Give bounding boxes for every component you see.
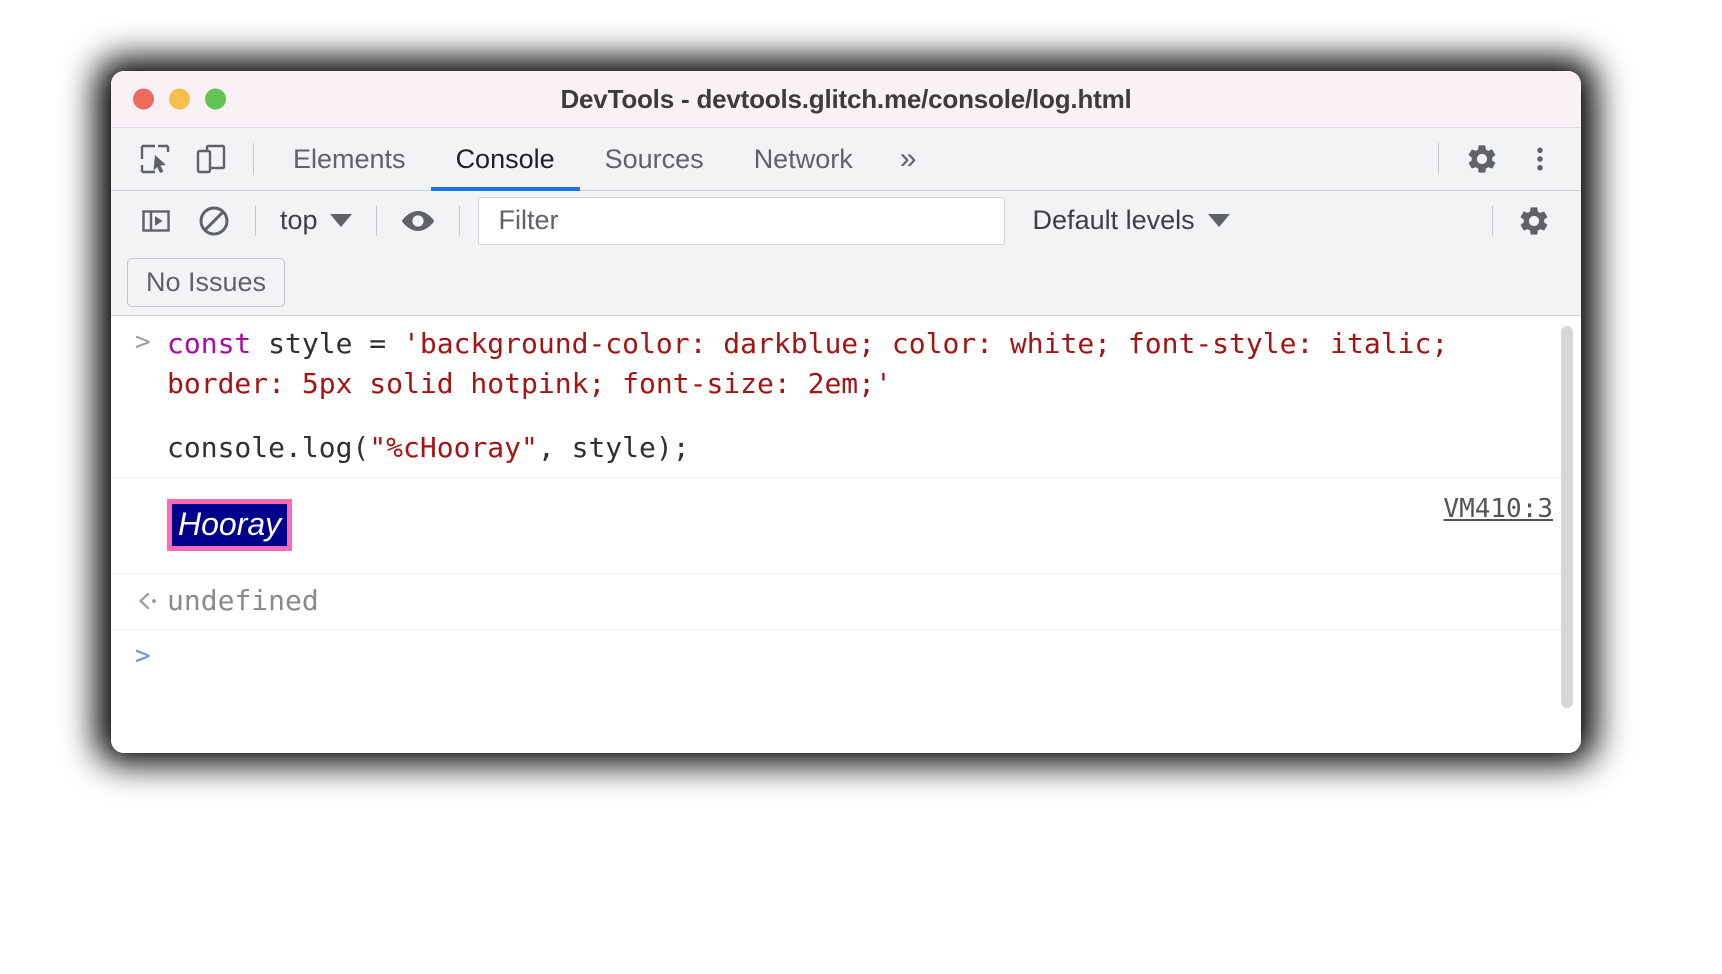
tab-elements[interactable]: Elements (268, 128, 431, 190)
input-prompt-icon: > (135, 327, 151, 357)
chevron-down-icon (1207, 214, 1230, 227)
clear-console-icon[interactable] (185, 198, 243, 244)
settings-gear-icon[interactable] (1453, 135, 1511, 183)
return-arrow-icon (135, 584, 163, 617)
tabbar-divider-2 (1438, 143, 1439, 175)
devtools-window: DevTools - devtools.glitch.me/console/lo… (111, 71, 1581, 753)
maximize-button[interactable] (205, 88, 226, 110)
traffic-lights (133, 88, 226, 110)
screenshot-root: DevTools - devtools.glitch.me/console/lo… (0, 0, 1722, 974)
toolbar-divider-1 (255, 205, 256, 236)
toolbar-divider-3 (458, 205, 460, 236)
title-bar: DevTools - devtools.glitch.me/console/lo… (111, 71, 1581, 128)
console-prompt-row[interactable]: > (111, 630, 1581, 686)
minimize-button[interactable] (169, 88, 190, 110)
issues-bar: No Issues (111, 250, 1581, 316)
devtools-tab-bar: Elements Console Sources Network » (111, 128, 1581, 191)
no-issues-button[interactable]: No Issues (127, 258, 286, 307)
filter-input[interactable] (496, 204, 986, 237)
tabbar-actions (1424, 128, 1569, 190)
console-settings-gear-icon[interactable] (1505, 198, 1563, 244)
console-input-statement-1: const style = 'background-color: darkblu… (167, 324, 1553, 404)
js-assignment: style = (251, 327, 404, 360)
js-call-after: , style); (537, 430, 690, 464)
chevron-down-icon (329, 214, 352, 227)
window-title: DevTools - devtools.glitch.me/console/lo… (560, 83, 1132, 114)
panel-tabs: Elements Console Sources Network » (268, 128, 936, 191)
console-sidebar-toggle-icon[interactable] (127, 198, 185, 244)
close-button[interactable] (133, 88, 154, 110)
tab-sources[interactable]: Sources (580, 128, 729, 190)
toolbar-divider-4 (1492, 205, 1493, 236)
tab-console[interactable]: Console (430, 128, 580, 191)
inspect-element-icon[interactable] (127, 135, 183, 183)
device-toolbar-icon[interactable] (183, 135, 239, 183)
console-scrollbar-track[interactable] (1561, 320, 1577, 749)
return-value-text: undefined (167, 584, 319, 618)
more-options-icon[interactable] (1511, 135, 1569, 183)
tab-network[interactable]: Network (729, 128, 878, 190)
execution-context-selector[interactable]: top (268, 199, 364, 243)
tabbar-divider-1 (253, 143, 254, 175)
console-prompt-icon: > (135, 641, 151, 672)
execution-context-value: top (280, 205, 318, 235)
console-return-row: undefined (111, 574, 1581, 631)
js-keyword: const (167, 327, 252, 360)
console-scrollbar-thumb[interactable] (1561, 326, 1573, 708)
console-toolbar: top Default levels (111, 191, 1581, 250)
console-input-row[interactable]: > const style = 'background-color: darkb… (111, 316, 1581, 479)
source-location-link[interactable]: VM410:3 (1443, 494, 1553, 524)
console-output-row[interactable]: Hooray VM410:3 (111, 478, 1581, 575)
live-expression-eye-icon[interactable] (389, 198, 447, 244)
toolbar-divider-2 (375, 205, 377, 236)
filter-input-wrapper[interactable] (477, 196, 1005, 245)
console-toolbar-actions (1480, 191, 1563, 250)
console-message-list[interactable]: > const style = 'background-color: darkb… (111, 316, 1581, 753)
styled-log-output: Hooray (167, 498, 293, 551)
more-tabs-icon[interactable]: » (878, 128, 936, 190)
log-levels-selector[interactable]: Default levels (1017, 199, 1246, 243)
console-input-statement-2: console.log("%cHooray", style); (167, 428, 1553, 468)
js-call-before: console.log( (167, 430, 370, 464)
js-format-string: "%cHooray" (369, 430, 538, 464)
log-levels-value: Default levels (1032, 205, 1195, 235)
